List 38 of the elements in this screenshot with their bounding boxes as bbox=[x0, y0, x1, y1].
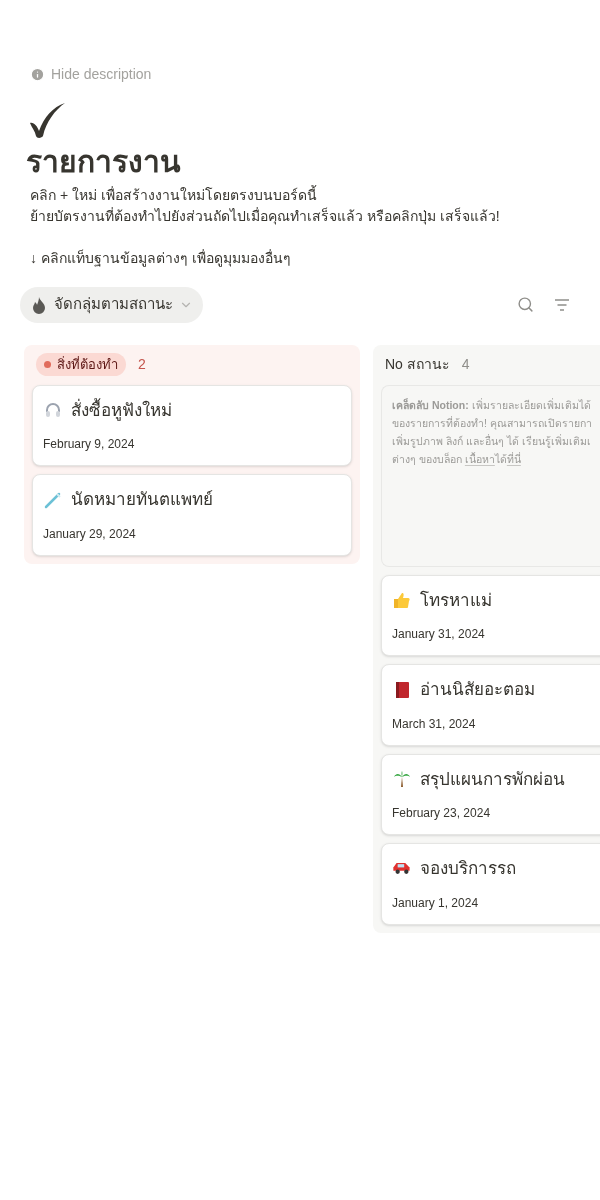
card-title: โทรหาแม่ bbox=[420, 589, 492, 612]
task-card[interactable]: จองบริการรถ January 1, 2024 bbox=[381, 843, 600, 925]
card-date: January 1, 2024 bbox=[392, 894, 480, 912]
card-date: February 23, 2024 bbox=[392, 805, 492, 822]
card-date: January 31, 2024 bbox=[392, 626, 486, 643]
car-icon bbox=[392, 862, 412, 876]
task-card[interactable]: สรุปแผนการพักผ่อน February 23, 2024 bbox=[381, 753, 600, 835]
status-label: สิ่งที่ต้องทำ bbox=[57, 355, 118, 374]
card-date: March 31, 2024 bbox=[392, 715, 477, 733]
card-title: อ่านนิสัยอะตอม bbox=[420, 679, 535, 701]
tip-text: เคล็ดลับ Notion: เพิ่มรายละเอียดเพิ่มเติมได้ bbox=[392, 397, 592, 413]
task-card[interactable]: นัดหมายทันตแพทย์ January 29, 2024 bbox=[32, 474, 352, 556]
tip-text: ต่างๆ ของบล็อก bbox=[392, 451, 463, 467]
filter-icon[interactable] bbox=[554, 297, 570, 312]
card-date: February 9, 2024 bbox=[43, 436, 136, 453]
card-count: 2 bbox=[138, 355, 146, 374]
search-icon[interactable] bbox=[517, 296, 534, 313]
card-title: จองบริการรถ bbox=[420, 858, 516, 880]
column-title: No สถานะ bbox=[385, 355, 450, 374]
task-card[interactable]: โทรหาแม่ January 31, 2024 bbox=[381, 574, 600, 656]
tip-text: ของรายการที่ต้องทำ! คุณสามารถเปิดรายกา bbox=[392, 415, 593, 432]
card-title: นัดหมายทันตแพทย์ bbox=[71, 489, 213, 511]
page-title: รายการงาน bbox=[26, 144, 182, 180]
task-card[interactable]: สั่งซื้อหูฟังใหม่ February 9, 2024 bbox=[32, 384, 352, 466]
card-title: สั่งซื้อหูฟังใหม่ bbox=[71, 397, 172, 423]
task-card[interactable]: อ่านนิสัยอะตอม March 31, 2024 bbox=[381, 664, 600, 746]
thumbs-up-icon bbox=[392, 590, 412, 611]
card-date: January 29, 2024 bbox=[43, 525, 137, 543]
tip-text: เพิ่มรูปภาพ ลิงก์ และอื่นๆ ได้ เรียนรู้เพิ่มเติมเ bbox=[392, 433, 592, 450]
view-tab[interactable]: จัดกลุ่มตามสถานะ bbox=[20, 286, 203, 323]
info-icon bbox=[30, 67, 45, 82]
description-text: คลิก + ใหม่ เพื่อสร้างงานใหม่โดยตรงบนบอร์ดนี้ bbox=[30, 184, 318, 205]
card-title: สรุปแผนการพักผ่อน bbox=[420, 768, 565, 792]
tip-text: ได้ bbox=[494, 451, 507, 467]
description-text: ย้ายบัตรงานที่ต้องทำไปยังส่วนถัดไปเมื่อคุณทำเสร็จแล้ว หรือคลิกปุ่ม เสร็จแล้ว! bbox=[30, 206, 501, 227]
description-text: ↓ คลิกแท็บฐานข้อมูลต่างๆ เพื่อดูมุมมองอื่นๆ bbox=[30, 248, 292, 269]
flame-icon bbox=[30, 295, 48, 314]
card-count: 4 bbox=[461, 355, 470, 374]
